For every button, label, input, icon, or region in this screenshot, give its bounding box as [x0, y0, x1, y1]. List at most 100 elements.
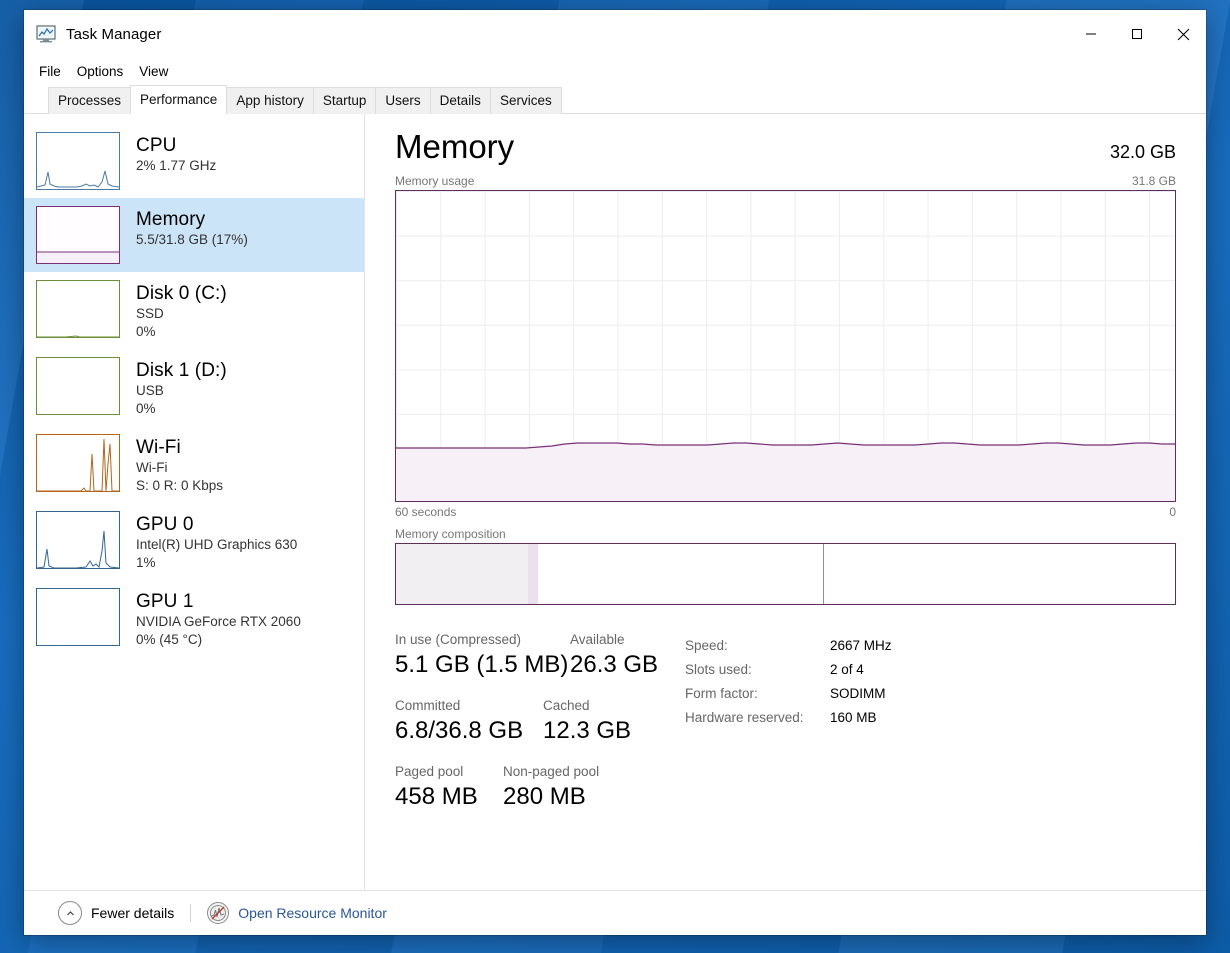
sidebar-item-gpu-0[interactable]: GPU 0 Intel(R) UHD Graphics 630 1% — [24, 503, 364, 580]
disk0-title: Disk 0 (C:) — [136, 283, 227, 304]
tab-startup[interactable]: Startup — [312, 87, 377, 114]
disk0-line2: 0% — [136, 324, 156, 339]
info-speed-value: 2667 MHz — [830, 638, 892, 653]
disk1-line2: 0% — [136, 401, 156, 416]
gpu1-text: GPU 1 NVIDIA GeForce RTX 2060 0% (45 °C) — [136, 588, 301, 649]
memory-line1: 5.5/31.8 GB (17%) — [136, 232, 248, 247]
composition-segment-modified — [528, 544, 538, 604]
minimize-button[interactable] — [1068, 11, 1114, 57]
task-manager-icon — [36, 25, 56, 43]
content-area: CPU 2% 1.77 GHz Memory 5.5/31.8 GB (17%) — [24, 114, 1206, 890]
memory-text: Memory 5.5/31.8 GB (17%) — [136, 206, 248, 249]
cpu-thumbnail-graph — [36, 132, 120, 190]
stat-cached-label: Cached — [543, 698, 590, 713]
info-row-hardware-reserved: Hardware reserved: 160 MB — [685, 706, 892, 730]
graph-max-label: 31.8 GB — [1131, 174, 1176, 188]
stats-left-column: In use (Compressed) 5.1 GB (1.5 MB) Avai… — [395, 631, 685, 829]
info-row-speed: Speed: 2667 MHz — [685, 634, 892, 658]
stat-non-paged-pool: Non-paged pool 280 MB — [503, 763, 599, 813]
gpu0-title: GPU 0 — [136, 514, 194, 535]
stat-paged-pool-label: Paged pool — [395, 764, 464, 779]
tab-strip: Processes Performance App history Startu… — [24, 84, 1206, 114]
sidebar-item-wifi[interactable]: Wi-Fi Wi-Fi S: 0 R: 0 Kbps — [24, 426, 364, 503]
stat-in-use-label: In use (Compressed) — [395, 632, 522, 647]
info-slots-value: 2 of 4 — [830, 662, 864, 677]
resource-sidebar: CPU 2% 1.77 GHz Memory 5.5/31.8 GB (17%) — [24, 114, 365, 890]
tab-performance[interactable]: Performance — [130, 85, 228, 114]
stat-paged-pool-value: 458 MB — [395, 783, 478, 810]
panel-header: Memory 32.0 GB — [395, 126, 1176, 168]
gpu1-title: GPU 1 — [136, 591, 194, 612]
title-bar: Task Manager — [24, 10, 1206, 58]
open-resource-monitor-label: Open Resource Monitor — [238, 905, 387, 921]
stat-paged-pool: Paged pool 458 MB — [395, 763, 503, 813]
window-title: Task Manager — [66, 25, 162, 43]
stat-committed-label: Committed — [395, 698, 461, 713]
stat-committed: Committed 6.8/36.8 GB — [395, 697, 543, 747]
info-hardware-reserved-label: Hardware reserved: — [685, 710, 804, 725]
info-hardware-reserved-value: 160 MB — [830, 710, 877, 725]
wifi-title: Wi-Fi — [136, 437, 181, 458]
disk1-thumbnail-graph — [36, 357, 120, 415]
menu-view[interactable]: View — [131, 61, 176, 82]
graph-caption-left: Memory usage — [395, 174, 475, 188]
open-resource-monitor-link[interactable]: Open Resource Monitor — [207, 902, 387, 924]
info-form-factor-value: SODIMM — [830, 686, 886, 701]
tab-details[interactable]: Details — [429, 87, 491, 114]
tab-app-history[interactable]: App history — [226, 87, 314, 114]
disk1-title: Disk 1 (D:) — [136, 360, 227, 381]
sidebar-item-disk-0[interactable]: Disk 0 (C:) SSD 0% — [24, 272, 364, 349]
memory-detail-panel: Memory 32.0 GB Memory usage 31.8 GB 60 s… — [365, 114, 1206, 890]
disk0-text: Disk 0 (C:) SSD 0% — [136, 280, 227, 341]
graph-caption-row: Memory usage 31.8 GB — [395, 174, 1176, 188]
stat-row-committed-cached: Committed 6.8/36.8 GB Cached 12.3 GB — [395, 697, 685, 747]
sidebar-item-gpu-1[interactable]: GPU 1 NVIDIA GeForce RTX 2060 0% (45 °C) — [24, 580, 364, 657]
info-speed-label: Speed: — [685, 638, 728, 653]
info-row-slots: Slots used: 2 of 4 — [685, 658, 892, 682]
tab-processes[interactable]: Processes — [48, 87, 132, 114]
stat-cached: Cached 12.3 GB — [543, 697, 631, 747]
status-separator — [190, 904, 192, 922]
memory-title: Memory — [136, 209, 206, 230]
tab-services[interactable]: Services — [489, 87, 562, 114]
info-row-form-factor: Form factor: SODIMM — [685, 682, 892, 706]
axis-label-right: 0 — [1169, 505, 1176, 519]
hardware-info-column: Speed: 2667 MHz Slots used: 2 of 4 Form … — [685, 631, 892, 829]
cpu-text: CPU 2% 1.77 GHz — [136, 132, 216, 175]
stat-row-pools: Paged pool 458 MB Non-paged pool 280 MB — [395, 763, 685, 813]
gpu1-line2: 0% (45 °C) — [136, 632, 203, 647]
memory-usage-graph — [395, 190, 1176, 502]
sidebar-item-memory[interactable]: Memory 5.5/31.8 GB (17%) — [24, 198, 364, 272]
stat-available-label: Available — [570, 632, 625, 647]
disk1-text: Disk 1 (D:) USB 0% — [136, 357, 227, 418]
gpu0-text: GPU 0 Intel(R) UHD Graphics 630 1% — [136, 511, 297, 572]
tab-users[interactable]: Users — [375, 87, 431, 114]
sidebar-item-disk-1[interactable]: Disk 1 (D:) USB 0% — [24, 349, 364, 426]
wifi-thumbnail-graph — [36, 434, 120, 492]
sidebar-item-cpu[interactable]: CPU 2% 1.77 GHz — [24, 124, 364, 198]
fewer-details-button[interactable]: Fewer details — [58, 901, 174, 925]
stat-non-paged-pool-value: 280 MB — [503, 783, 586, 810]
info-form-factor-label: Form factor: — [685, 686, 758, 701]
page-title: Memory — [395, 128, 515, 165]
gpu1-line1: NVIDIA GeForce RTX 2060 — [136, 614, 301, 629]
stat-available-value: 26.3 GB — [570, 651, 659, 678]
maximize-button[interactable] — [1114, 11, 1160, 57]
memory-composition-bar[interactable] — [395, 543, 1176, 605]
disk0-line1: SSD — [136, 306, 164, 321]
memory-thumbnail-graph — [36, 206, 120, 264]
status-bar: Fewer details Open Resource Monitor — [24, 890, 1206, 935]
gpu1-thumbnail-graph — [36, 588, 120, 646]
close-button[interactable] — [1160, 11, 1206, 57]
gpu0-thumbnail-graph — [36, 511, 120, 569]
stat-in-use: In use (Compressed) 5.1 GB (1.5 MB) — [395, 631, 570, 681]
cpu-title: CPU — [136, 135, 177, 156]
menu-options[interactable]: Options — [69, 61, 132, 82]
stat-non-paged-pool-label: Non-paged pool — [503, 764, 600, 779]
info-slots-label: Slots used: — [685, 662, 752, 677]
graph-axis-row: 60 seconds 0 — [395, 505, 1176, 519]
cpu-line1: 2% 1.77 GHz — [136, 158, 217, 173]
disk0-thumbnail-graph — [36, 280, 120, 338]
menu-file[interactable]: File — [31, 61, 69, 82]
memory-statistics: In use (Compressed) 5.1 GB (1.5 MB) Avai… — [395, 631, 1176, 829]
